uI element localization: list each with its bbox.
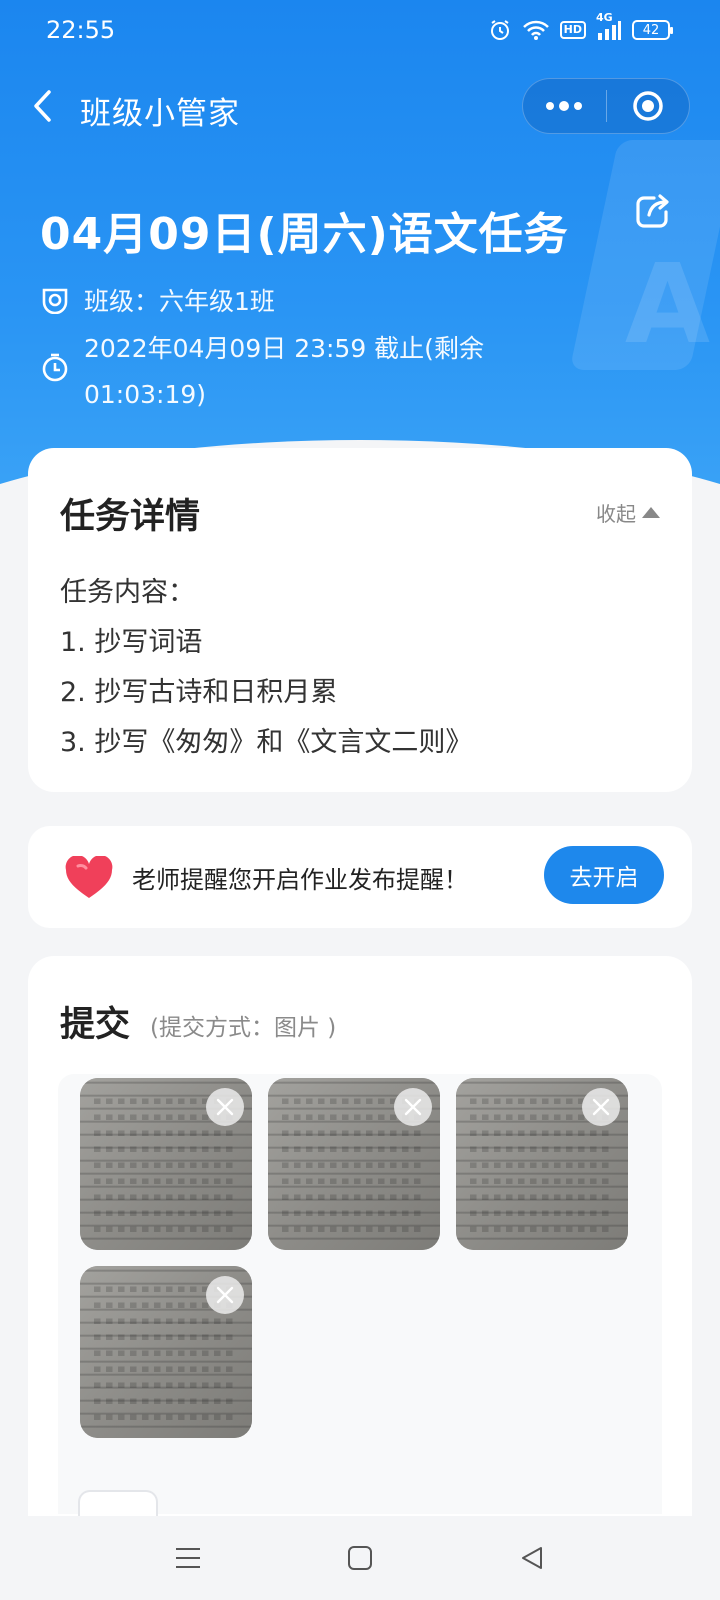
status-icons: HD 4G 42	[488, 11, 673, 42]
photo-grid	[58, 1074, 662, 1514]
status-time: 22:55	[46, 16, 116, 44]
close-icon	[216, 1286, 234, 1304]
signal-icon: 4G	[596, 11, 622, 41]
task-title: 04月09日(周六)语文任务	[40, 209, 569, 260]
class-info: 班级：六年级1班	[40, 282, 275, 318]
share-icon	[636, 194, 669, 228]
delete-photo-button[interactable]	[394, 1088, 432, 1126]
submit-method: (提交方式：图片 )	[150, 1015, 337, 1041]
back-button[interactable]	[22, 84, 62, 128]
battery-indicator: 42	[632, 20, 673, 40]
task-content-heading: 任务内容：	[60, 577, 195, 608]
reminder-text: 老师提醒您开启作业发布提醒！	[132, 866, 468, 894]
heart-icon	[65, 856, 113, 898]
task-item: 3. 抄写《匆匆》和《文言文二则》	[60, 727, 473, 758]
miniprogram-capsule	[522, 78, 690, 134]
page-title: 班级小管家	[80, 96, 240, 132]
submitted-photo[interactable]	[456, 1078, 628, 1250]
back-triangle-icon	[522, 1547, 542, 1569]
more-icon	[546, 101, 583, 111]
task-detail-card: 任务详情 收起 任务内容： 1. 抄写词语 2. 抄写古诗和日积月累 3. 抄写…	[28, 448, 692, 792]
enable-reminder-button[interactable]: 去开启	[544, 846, 664, 904]
close-icon	[592, 1098, 610, 1116]
close-icon	[404, 1098, 422, 1116]
hd-badge: HD	[559, 21, 586, 39]
collapse-label: 收起	[596, 502, 636, 526]
reminder-card: 老师提醒您开启作业发布提醒！ 去开启	[28, 826, 692, 928]
wifi-icon	[522, 19, 550, 41]
close-icon	[216, 1098, 234, 1116]
navigation-bar: 班级小管家	[0, 70, 720, 146]
submitted-photo[interactable]	[80, 1078, 252, 1250]
share-button[interactable]	[632, 192, 672, 232]
deadline-label: 2022年04月09日 23:59 截止(剩余 01:03:19)	[84, 334, 484, 409]
submit-title: 提交	[60, 1005, 131, 1045]
delete-photo-button[interactable]	[206, 1088, 244, 1126]
class-icon	[42, 288, 68, 314]
menu-button[interactable]	[168, 1538, 208, 1578]
task-item: 1. 抄写词语	[60, 627, 203, 658]
home-icon	[348, 1546, 372, 1570]
caret-up-icon	[642, 507, 660, 518]
delete-photo-button[interactable]	[206, 1276, 244, 1314]
target-icon	[633, 91, 663, 121]
home-button[interactable]	[340, 1538, 380, 1578]
class-label: 班级：六年级1班	[84, 287, 275, 316]
submitted-photo[interactable]	[80, 1266, 252, 1438]
task-content: 任务内容： 1. 抄写词语 2. 抄写古诗和日积月累 3. 抄写《匆匆》和《文言…	[60, 568, 472, 768]
deadline-info: 2022年04月09日 23:59 截止(剩余 01:03:19)	[40, 326, 564, 418]
close-miniprogram-button[interactable]	[607, 78, 690, 134]
status-bar: 22:55 HD 4G 42	[0, 0, 720, 62]
decorative-letter: A	[624, 240, 710, 368]
system-back-button[interactable]	[512, 1538, 552, 1578]
back-arrow-icon	[34, 90, 51, 122]
system-navigation-bar	[0, 1516, 720, 1600]
alarm-icon	[488, 18, 512, 42]
task-item: 2. 抄写古诗和日积月累	[60, 677, 338, 708]
clock-icon	[42, 353, 68, 382]
detail-title: 任务详情	[60, 497, 201, 537]
network-label: 4G	[596, 11, 613, 24]
submitted-photo[interactable]	[268, 1078, 440, 1250]
more-button[interactable]	[523, 78, 606, 134]
collapse-button[interactable]: 收起	[596, 498, 660, 527]
menu-icon	[176, 1548, 200, 1568]
delete-photo-button[interactable]	[582, 1088, 620, 1126]
submit-card: 提交 (提交方式：图片 )	[28, 956, 692, 1516]
